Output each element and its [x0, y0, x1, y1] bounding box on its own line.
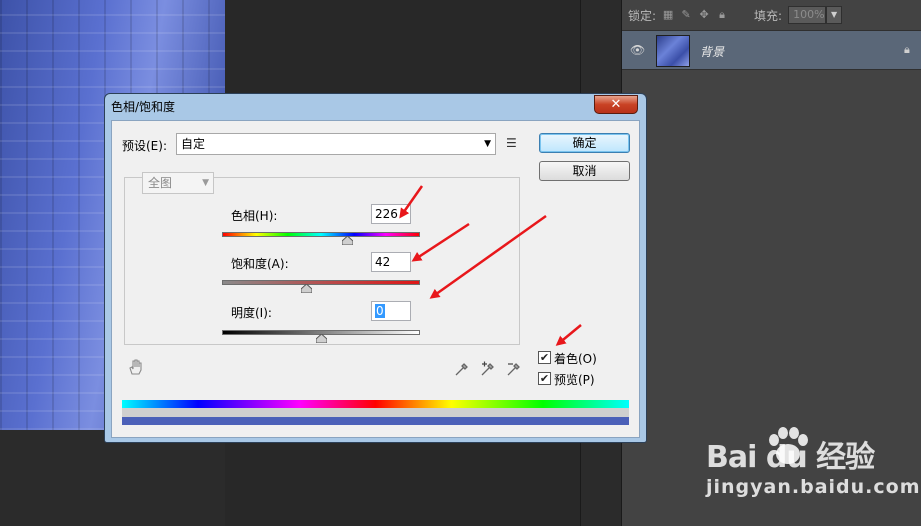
chevron-down-icon: ▼ — [484, 139, 491, 149]
eyedropper-subtract-icon[interactable] — [506, 361, 522, 377]
layer-row-background[interactable]: 👁︎ 背景 🔒︎ — [622, 30, 921, 70]
saturation-slider-thumb[interactable] — [301, 284, 312, 293]
preset-label: 预设(E): — [122, 139, 167, 153]
lock-label: 锁定: — [628, 8, 657, 23]
lock-row: 锁定: ▦ ✎ ✥ 🔒︎ 填充: 100% ▼ — [622, 0, 921, 30]
eyedropper-icon[interactable] — [454, 361, 470, 377]
input-color-bar — [122, 400, 629, 408]
hue-slider-thumb[interactable] — [342, 236, 353, 245]
channel-select[interactable]: 全图 ▼ — [142, 172, 214, 194]
close-button[interactable]: ✕ — [594, 95, 638, 114]
lock-move-icon[interactable]: ✥ — [698, 9, 710, 21]
lock-all-icon[interactable]: 🔒︎ — [716, 9, 728, 21]
adjustment-group — [124, 177, 520, 345]
hand-adjust-icon[interactable] — [126, 357, 146, 381]
dialog-title: 色相/饱和度 — [111, 100, 176, 114]
ok-button[interactable]: 确定 — [539, 133, 630, 153]
layer-lock-icon: 🔒︎ — [904, 43, 910, 56]
cancel-button[interactable]: 取消 — [539, 161, 630, 181]
colorize-label: 着色(O) — [554, 352, 597, 366]
chevron-down-icon: ▼ — [202, 178, 209, 188]
saturation-label: 饱和度(A): — [231, 257, 289, 271]
layer-thumbnail — [656, 35, 690, 67]
fill-label: 填充: — [754, 8, 783, 23]
paw-logo-icon — [769, 427, 808, 464]
channel-value: 全图 — [148, 176, 173, 190]
preset-options-icon[interactable]: ☰ — [506, 135, 522, 151]
hue-label: 色相(H): — [231, 209, 278, 223]
watermark-url: jingyan.baidu.com — [706, 476, 921, 498]
baidu-watermark: Bai du 经验 jingyan.baidu.com — [706, 427, 920, 502]
saturation-input[interactable]: 42 — [371, 252, 411, 272]
dialog-client: 预设(E): 自定 ▼ ☰ 确定 取消 全图 ▼ 色相(H): 226 饱和度(… — [111, 120, 640, 438]
lightness-value: 0 — [375, 304, 385, 318]
preview-label: 预览(P) — [554, 373, 595, 387]
preset-select[interactable]: 自定 ▼ — [176, 133, 496, 155]
eye-icon[interactable]: 👁︎ — [630, 43, 646, 57]
hue-slider-track[interactable] — [222, 232, 420, 237]
output-color-bar — [122, 417, 629, 425]
eyedropper-add-icon[interactable] — [480, 361, 496, 377]
lock-transparent-icon[interactable]: ▦ — [662, 9, 674, 21]
color-bar-separator — [122, 408, 629, 417]
hue-input[interactable]: 226 — [371, 204, 411, 224]
lightness-input[interactable]: 0 — [371, 301, 411, 321]
preview-checkbox[interactable]: ✔ — [538, 372, 551, 385]
colorize-checkbox[interactable]: ✔ — [538, 351, 551, 364]
saturation-slider-track[interactable] — [222, 280, 420, 285]
fill-dropdown-button[interactable]: ▼ — [826, 6, 843, 24]
lightness-label: 明度(I): — [231, 306, 272, 320]
lock-brush-icon[interactable]: ✎ — [680, 9, 692, 21]
fill-input[interactable]: 100% — [788, 6, 827, 24]
lightness-slider-thumb[interactable] — [316, 334, 327, 343]
preset-value: 自定 — [181, 137, 206, 151]
layer-name: 背景 — [700, 45, 725, 59]
hue-saturation-dialog: 色相/饱和度 ✕ 预设(E): 自定 ▼ ☰ 确定 取消 全图 ▼ 色相(H):… — [104, 93, 647, 443]
